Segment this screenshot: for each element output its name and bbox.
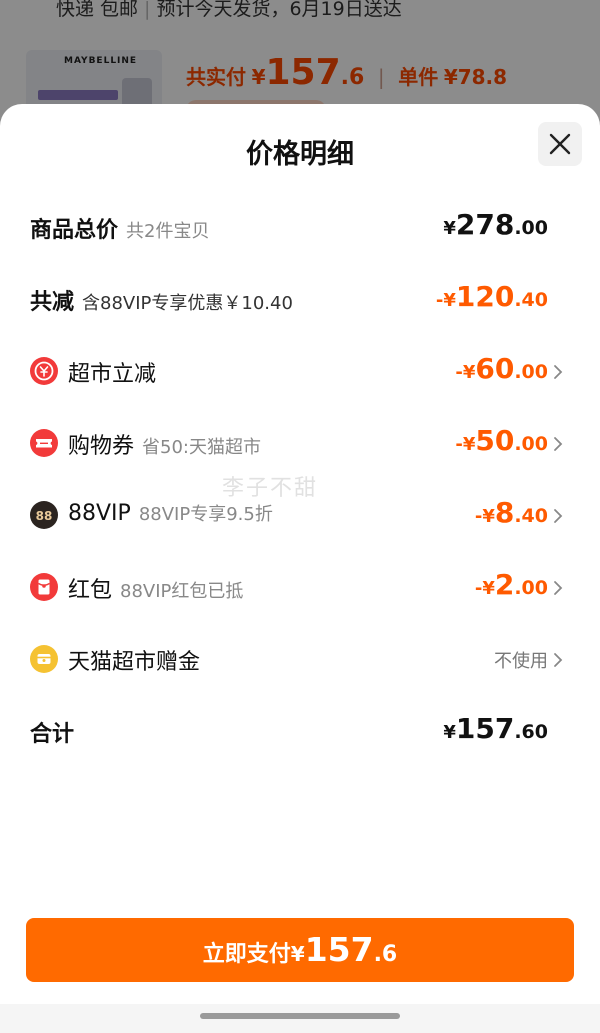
row-amount: -¥2.00: [474, 568, 548, 601]
row-amount: ¥157.60: [443, 712, 548, 745]
vip-88-icon: 88: [30, 501, 58, 529]
row-sub: 含88VIP专享优惠￥10.40: [82, 293, 293, 314]
chevron-right-icon: [554, 509, 563, 523]
chevron-right-icon: [554, 437, 563, 451]
row-label: 共减: [30, 290, 75, 315]
row-total-discount: 共减 含88VIP专享优惠￥10.40 -¥120.40: [0, 278, 600, 322]
row-label: 天猫超市赠金: [68, 650, 201, 675]
row-sub: 省50:天猫超市: [142, 437, 261, 458]
coupon-icon: [30, 429, 58, 457]
row-shopping-coupon[interactable]: 购物券 省50:天猫超市 -¥50.00: [0, 422, 600, 466]
row-supermarket-discount[interactable]: 超市立减 -¥60.00: [0, 350, 600, 394]
chevron-right-icon: [554, 581, 563, 595]
home-indicator[interactable]: [200, 1013, 400, 1019]
home-bar-area: [0, 1004, 600, 1033]
pay-button-label: 立即支付: [202, 942, 291, 967]
row-amount: -¥50.00: [455, 424, 548, 457]
row-amount: -¥120.40: [435, 280, 548, 313]
row-red-envelope[interactable]: 红包 88VIP红包已抵 -¥2.00: [0, 566, 600, 610]
row-label: 合计: [30, 722, 75, 747]
gift-money-icon: [30, 645, 58, 673]
watermark: 李子不甜: [222, 476, 319, 501]
row-amount: ¥278.00: [443, 208, 548, 241]
close-button[interactable]: [538, 122, 582, 166]
row-sub: 88VIP红包已抵: [120, 581, 244, 602]
row-sub: 共2件宝贝: [126, 221, 210, 242]
row-grand-total: 合计 ¥157.60: [0, 710, 600, 754]
row-goods-total: 商品总价 共2件宝贝 ¥278.00: [0, 206, 600, 250]
row-amount: -¥60.00: [455, 352, 548, 385]
svg-text:88: 88: [36, 509, 53, 523]
row-label: 购物券: [68, 434, 135, 459]
row-sub: 88VIP专享9.5折: [138, 504, 273, 525]
sheet-title: 价格明细: [246, 139, 354, 170]
red-envelope-icon: [30, 573, 58, 601]
row-label: 超市立减: [68, 362, 157, 387]
chevron-right-icon: [554, 365, 563, 379]
pay-now-button[interactable]: 立即支付¥157.6: [26, 918, 574, 982]
row-amount: -¥8.40: [474, 496, 548, 529]
gift-money-option: 不使用: [494, 651, 548, 672]
price-detail-sheet: 价格明细 商品总价 共2件宝贝 ¥278.00 共减 含88VIP专享优惠￥10.4…: [0, 104, 600, 1033]
close-icon: [549, 133, 571, 155]
row-label: 88VIP: [68, 501, 131, 526]
yuan-coin-icon: [30, 357, 58, 385]
chevron-right-icon: [554, 653, 563, 667]
row-label: 商品总价: [30, 218, 119, 243]
row-tmall-gift-money[interactable]: 天猫超市赠金 不使用: [0, 638, 600, 682]
row-label: 红包: [68, 578, 113, 603]
